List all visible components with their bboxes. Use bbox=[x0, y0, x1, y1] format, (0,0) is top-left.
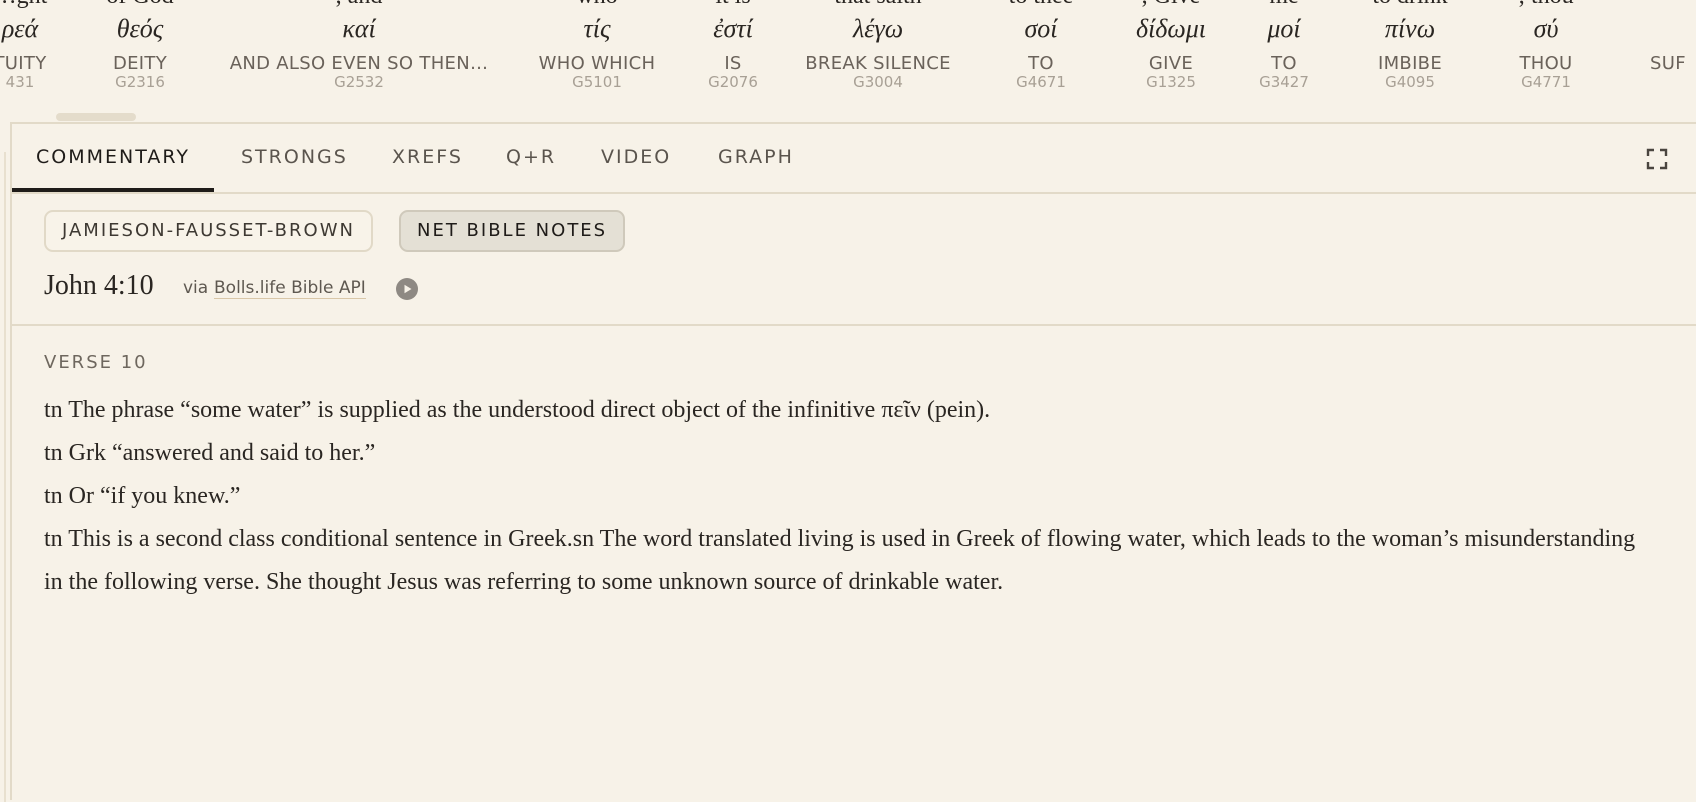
word-strongs-number: G4771 bbox=[1521, 73, 1571, 91]
word-strongs-number: G2076 bbox=[708, 73, 758, 91]
word-greek: σύ bbox=[1533, 14, 1559, 43]
word-english: of God bbox=[106, 0, 173, 10]
tab-xrefs[interactable]: XREFS bbox=[392, 124, 463, 192]
word-strongs-number: G4095 bbox=[1385, 73, 1435, 91]
note-item: tn Grk “answered and said to her.” bbox=[44, 440, 376, 466]
word-english: , Give bbox=[1142, 0, 1201, 10]
word-greek: ρεά bbox=[1, 14, 39, 43]
word-english: to thee bbox=[1009, 0, 1074, 10]
word-gloss: AND ALSO EVEN SO THEN… bbox=[229, 53, 489, 74]
word-gloss: WHO WHICH bbox=[538, 53, 656, 74]
word-gloss: BREAK SILENCE bbox=[805, 53, 951, 74]
word-gloss: IS bbox=[724, 53, 742, 74]
word-strongs-number: G2316 bbox=[115, 73, 165, 91]
word-gloss: THOU bbox=[1519, 53, 1573, 74]
section-divider bbox=[12, 324, 1696, 326]
tab-q-and-r[interactable]: Q+R bbox=[506, 124, 556, 192]
word-english: that saith bbox=[834, 0, 921, 10]
word-greek: δίδωμι bbox=[1135, 14, 1207, 43]
source-api-link[interactable]: Bolls.life Bible API bbox=[214, 278, 366, 299]
study-panel: COMMENTARY STRONGS XREFS Q+R VIDEO GRAPH… bbox=[12, 122, 1696, 800]
word-english: , and bbox=[336, 0, 383, 10]
tab-graph[interactable]: GRAPH bbox=[718, 124, 794, 192]
word-strongs-number: G2532 bbox=[334, 73, 384, 91]
note-item: tn This is a second class conditional se… bbox=[44, 526, 1636, 595]
word-greek: μοί bbox=[1267, 14, 1301, 43]
word-greek: σοί bbox=[1024, 14, 1058, 43]
word-gloss: IMBIBE bbox=[1377, 53, 1443, 74]
source-button-net-notes[interactable]: NET BIBLE NOTES bbox=[399, 210, 626, 252]
tab-video[interactable]: VIDEO bbox=[601, 124, 671, 192]
commentary-notes: VERSE 10 tn The phrase “some water” is s… bbox=[44, 352, 1664, 604]
word-greek: τίς bbox=[583, 14, 611, 43]
word-strongs-number: G5101 bbox=[572, 73, 622, 91]
word-english: ; thou bbox=[1518, 0, 1573, 10]
horizontal-scrollbar-thumb[interactable] bbox=[56, 113, 136, 121]
interlinear-strip: …ght ρεά TUITY 431 of God θεός DEITY G23… bbox=[0, 0, 1696, 122]
word-gloss: DEITY bbox=[112, 53, 168, 74]
word-gloss: TUITY bbox=[0, 53, 47, 74]
word-gloss: TO bbox=[1028, 53, 1054, 74]
word-greek: ἐστί bbox=[713, 14, 753, 43]
tab-strongs[interactable]: STRONGS bbox=[241, 124, 348, 192]
play-circle-icon[interactable] bbox=[396, 278, 418, 300]
word-english: me bbox=[1269, 0, 1298, 10]
note-item: tn The phrase “some water” is supplied a… bbox=[44, 397, 991, 423]
expand-icon[interactable] bbox=[1646, 148, 1668, 170]
word-english: who bbox=[576, 0, 617, 10]
word-greek: πίνω bbox=[1384, 14, 1436, 43]
word-strongs-number: G3004 bbox=[853, 73, 903, 91]
word-english: to drink bbox=[1372, 0, 1447, 10]
word-strongs-number: G4671 bbox=[1016, 73, 1066, 91]
word-english: it is bbox=[715, 0, 750, 10]
word-greek: καί bbox=[342, 14, 376, 43]
word-gloss: TO bbox=[1271, 53, 1297, 74]
left-rail-divider bbox=[0, 122, 12, 802]
word-english: …ght bbox=[0, 0, 47, 10]
word-gloss: GIVE bbox=[1148, 53, 1194, 74]
word-greek: λέγω bbox=[852, 14, 904, 43]
word-strongs-number: 431 bbox=[5, 73, 35, 91]
source-via-label: via bbox=[183, 278, 209, 298]
note-item: tn Or “if you knew.” bbox=[44, 483, 241, 509]
verse-label: VERSE 10 bbox=[44, 352, 148, 373]
source-button-jfb[interactable]: JAMIESON-FAUSSET-BROWN bbox=[44, 210, 373, 252]
word-greek: θεός bbox=[116, 14, 164, 43]
word-strongs-number: G3427 bbox=[1259, 73, 1309, 91]
verse-reference-title: John 4:10 bbox=[44, 270, 154, 301]
tab-commentary[interactable]: COMMENTARY bbox=[12, 124, 214, 192]
word-strongs-number: G1325 bbox=[1146, 73, 1196, 91]
tab-bar: COMMENTARY STRONGS XREFS Q+R VIDEO GRAPH bbox=[12, 124, 1696, 194]
word-gloss: SUF bbox=[1650, 53, 1686, 74]
